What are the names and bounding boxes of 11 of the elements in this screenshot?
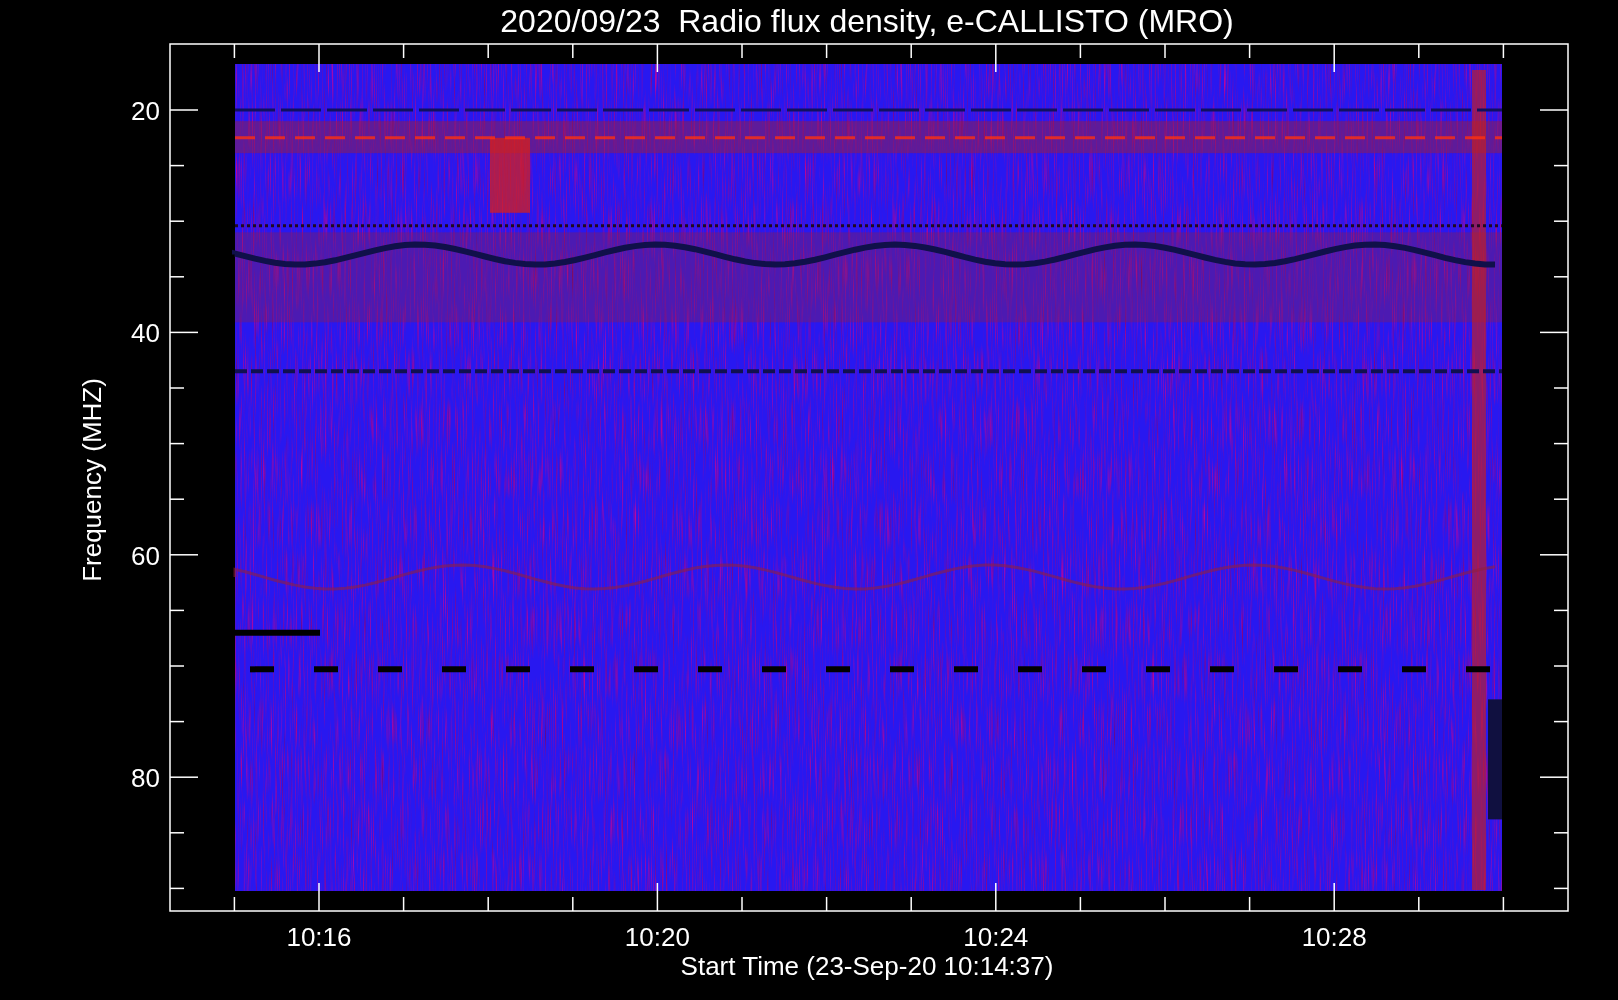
chart-title: 2020/09/23 Radio flux density, e-CALLISTO (MRO) (500, 3, 1234, 39)
axis-tick-label: 10:16 (286, 922, 352, 952)
axis-tick-label: 80 (131, 763, 160, 794)
axis-tick-label: 10:28 (1301, 922, 1367, 952)
axis-tick-label: 10:20 (624, 922, 690, 952)
axis-label: Start Time (23-Sep-20 10:14:37) (680, 951, 1054, 981)
axis-label: Frequency (MHZ) (77, 378, 107, 582)
axis-tick-label: 10:24 (963, 922, 1029, 952)
axis-tick-label: 20 (131, 96, 160, 126)
axis-tick-label: 60 (131, 540, 160, 571)
axis-tick-label: 40 (131, 318, 160, 349)
